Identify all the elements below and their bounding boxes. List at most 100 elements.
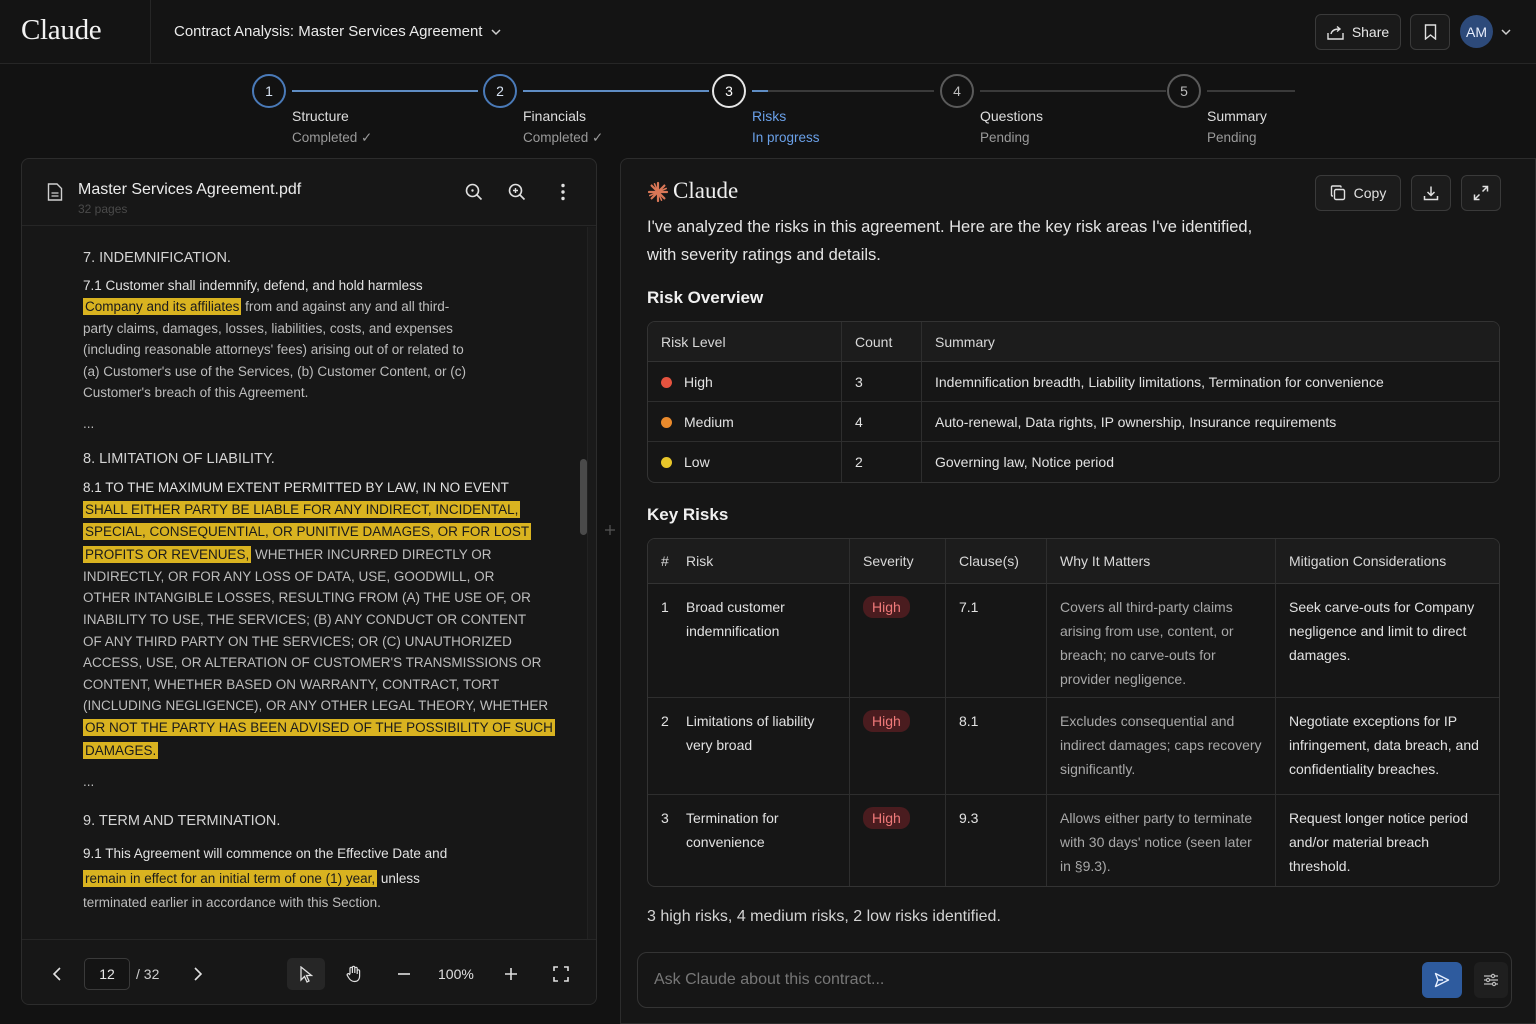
clause-text: ACCESS, USE, OR ALTERATION OF CUSTOMER'S…: [83, 655, 542, 670]
bookmark-button[interactable]: [1410, 14, 1450, 50]
hand-icon: [346, 965, 361, 983]
zoom-in-button[interactable]: [506, 181, 528, 203]
why-it-matters: Covers all third-party claims arising fr…: [1046, 584, 1275, 698]
mitigation: Negotiate exceptions for IP infringement…: [1275, 698, 1499, 795]
step-name: Risks: [752, 108, 787, 124]
pan-tool-button[interactable]: [343, 963, 365, 985]
key-risks-title: Key Risks: [647, 505, 729, 524]
download-button[interactable]: [1411, 175, 1451, 211]
copy-icon: [1330, 185, 1345, 201]
clause-reference[interactable]: 7.1: [945, 584, 1046, 698]
scrollbar-thumb[interactable]: [580, 459, 587, 535]
risk-level-cell: High: [648, 362, 841, 402]
conversation-title: Contract Analysis: Master Services Agree…: [174, 23, 483, 40]
share-button[interactable]: Share: [1315, 14, 1401, 50]
step-connector: [523, 90, 709, 92]
column-header: Count: [841, 322, 921, 362]
next-page-button[interactable]: [187, 963, 209, 985]
clause-reference[interactable]: 8.1: [945, 698, 1046, 795]
bookmark-icon: [1424, 24, 1436, 40]
column-header: Summary: [921, 322, 1499, 362]
step-name: Structure: [292, 108, 349, 124]
search-document-button[interactable]: [463, 181, 485, 203]
send-button[interactable]: [1422, 962, 1462, 998]
mitigation: Request longer notice period and/or mate…: [1275, 795, 1499, 886]
clause-text: 9.1 This Agreement will commence on the …: [83, 846, 448, 861]
document-header: Master Services Agreement.pdf 32 pages: [22, 159, 596, 226]
severity-cell: High: [849, 584, 945, 698]
minus-icon: [398, 973, 410, 975]
risk-count: 2: [841, 442, 921, 482]
clause-reference[interactable]: 9.3: [945, 795, 1046, 886]
clause-text: (including reasonable attorneys' fees) a…: [83, 342, 464, 357]
clause-text: (INCLUDING NEGLIGENCE), OR ANY OTHER LEG…: [83, 698, 549, 713]
clause-text: from and against any and all third-: [245, 299, 450, 314]
chevron-right-icon: [194, 967, 203, 981]
step-status: Pending: [1207, 130, 1257, 145]
share-label: Share: [1351, 24, 1390, 40]
fullscreen-icon: [553, 966, 569, 982]
user-avatar[interactable]: AM: [1460, 15, 1493, 48]
expand-button[interactable]: [1461, 175, 1501, 211]
column-header: #: [648, 539, 673, 584]
chat-input[interactable]: [654, 953, 1414, 1007]
step-connector: [292, 90, 478, 92]
more-options-button[interactable]: [552, 181, 574, 203]
table-header-row: Risk Level Count Summary: [648, 322, 1499, 362]
highlighted-clause[interactable]: PROFITS OR REVENUES,: [83, 546, 252, 563]
highlighted-clause[interactable]: Company and its affiliates: [83, 298, 242, 315]
column-header: Mitigation Considerations: [1275, 539, 1499, 584]
table-row: Medium 4 Auto-renewal, Data rights, IP o…: [648, 402, 1499, 442]
fullscreen-button[interactable]: [550, 963, 572, 985]
risk-summary-line: 3 high risks, 4 medium risks, 2 low risk…: [647, 908, 1001, 925]
page-total: / 32: [136, 966, 160, 982]
copy-button[interactable]: Copy: [1315, 175, 1401, 211]
document-scrollbar[interactable]: [587, 227, 596, 939]
clause-text: Customer's breach of this Agreement.: [83, 385, 309, 400]
severity-cell: High: [849, 698, 945, 795]
document-page[interactable]: 7. INDEMNIFICATION. 7.1 Customer shall i…: [22, 227, 588, 939]
zoom-in-toolbar-button[interactable]: [500, 963, 522, 985]
claude-spark-icon: [647, 181, 669, 203]
clause-line: DAMAGES.: [83, 740, 159, 762]
previous-page-button[interactable]: [46, 963, 68, 985]
progress-stepper: 1 Structure Completed ✓ 2 Financials Com…: [0, 64, 1536, 154]
document-viewer: Master Services Agreement.pdf 32 pages 7…: [21, 158, 597, 1005]
clause-text: unless: [380, 871, 420, 886]
step-number: 1: [252, 74, 286, 108]
clause-line: remain in effect for an initial term of …: [83, 868, 420, 890]
copy-label: Copy: [1353, 185, 1387, 201]
risk-level: High: [684, 373, 713, 390]
viewer-toolbar: 12 / 32 100%: [22, 939, 596, 1004]
zoom-out-button[interactable]: [393, 963, 415, 985]
section-heading: 8. LIMITATION OF LIABILITY.: [83, 451, 275, 467]
why-it-matters: Allows either party to terminate with 30…: [1046, 795, 1275, 886]
clause-text: WHETHER INCURRED DIRECTLY OR: [255, 547, 492, 562]
select-tool-button[interactable]: [287, 958, 325, 990]
expand-icon: [1473, 185, 1489, 201]
chevron-down-icon[interactable]: [1500, 26, 1512, 38]
highlighted-clause[interactable]: remain in effect for an initial term of …: [83, 870, 378, 887]
highlighted-clause[interactable]: OR NOT THE PARTY HAS BEEN ADVISED OF THE…: [83, 719, 555, 736]
chevron-left-icon: [52, 967, 61, 981]
conversation-title-dropdown[interactable]: Contract Analysis: Master Services Agree…: [174, 23, 502, 40]
app-logo[interactable]: Claude: [21, 14, 102, 47]
risk-overview-title: Risk Overview: [647, 288, 764, 307]
clause-line: Company and its affiliates from and agai…: [83, 296, 449, 318]
settings-button[interactable]: [1474, 962, 1508, 998]
page-number-input[interactable]: 12: [84, 958, 130, 990]
section-heading: 7. INDEMNIFICATION.: [83, 250, 231, 266]
column-header: Clause(s): [945, 539, 1046, 584]
risk-overview-table: Risk Level Count Summary High 3 Indemnif…: [647, 321, 1500, 483]
clause-text: 7.1 Customer shall indemnify, defend, an…: [83, 278, 423, 293]
highlighted-clause[interactable]: SPECIAL, CONSEQUENTIAL, OR PUNITIVE DAMA…: [83, 523, 532, 540]
clause-text: OF ANY THIRD PARTY ON THE SERVICES; OR (…: [83, 634, 512, 649]
clause-text: (a) Customer's use of the Services, (b) …: [83, 364, 466, 379]
highlighted-clause[interactable]: SHALL EITHER PARTY BE LIABLE FOR ANY IND…: [83, 501, 521, 518]
panel-resize-handle[interactable]: [600, 519, 620, 541]
table-row: High 3 Indemnification breadth, Liabilit…: [648, 362, 1499, 402]
clause-text: 8.1 TO THE MAXIMUM EXTENT PERMITTED BY L…: [83, 480, 509, 495]
send-icon: [1434, 972, 1450, 988]
document-page-count: 32 pages: [78, 202, 128, 216]
highlighted-clause[interactable]: DAMAGES.: [83, 742, 159, 759]
